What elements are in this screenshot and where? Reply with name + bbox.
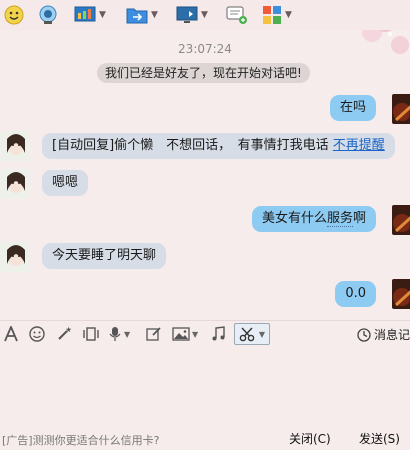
message-text: 在吗 [339,100,366,115]
message-history-label: 消息记 [374,328,410,342]
clock-icon [357,327,371,342]
friend-avatar[interactable] [0,242,30,272]
message-history-button[interactable]: 消息记 [357,326,410,343]
monitor-icon [176,6,198,23]
message-text: 今天要睡了明天聊 [52,248,157,263]
screenshot-button[interactable]: ▼ [234,323,270,345]
shake-icon[interactable] [82,325,100,343]
file-transfer-button[interactable]: ▼ [126,3,158,27]
remote-desktop-button[interactable]: ▼ [176,3,208,27]
outgoing-message[interactable]: 0.0 [335,281,376,307]
chevron-down-icon[interactable]: ▼ [201,10,208,20]
message-text: 啊 [352,211,366,226]
image-button[interactable]: ▼ [172,325,198,343]
font-icon[interactable] [3,325,19,343]
magic-wand-icon[interactable] [56,325,72,343]
message-text: [自动回复]偷个懒 不想回话， 有事情打我电话 [52,138,329,153]
input-toolbar: ▼ ▼ ▼ 消息记 [0,320,410,347]
emoji-icon[interactable] [29,325,45,343]
camera-icon[interactable] [38,3,58,27]
image-icon [172,327,190,341]
close-button[interactable]: 关闭(C) [289,430,331,447]
system-message: 我们已经是好友了，现在开始对话吧! [97,63,310,83]
my-avatar[interactable] [392,94,410,124]
folder-transfer-icon [126,8,148,24]
user-icon[interactable] [4,3,24,27]
footer-bar: [广告]测测你更适合什么信用卡? 关闭(C) 发送(S) [0,427,410,450]
app-toolbar: ▼ ▼ ▼ ▼ [0,0,410,30]
message-input[interactable] [0,347,410,427]
chevron-down-icon[interactable]: ▼ [259,330,265,339]
chevron-down-icon[interactable]: ▼ [124,330,130,339]
edit-icon[interactable] [146,325,162,343]
chevron-down-icon[interactable]: ▼ [192,330,198,339]
screen-share-button[interactable]: ▼ [74,3,106,27]
my-avatar[interactable] [392,205,410,235]
message-text: 0.0 [345,286,366,301]
scissors-icon [239,327,255,342]
voice-button[interactable]: ▼ [108,325,130,343]
message-icon[interactable] [226,3,248,27]
friend-avatar[interactable] [0,169,30,199]
incoming-message[interactable]: 嗯嗯 [42,170,89,196]
message-timestamp: 23:07:24 [178,42,232,56]
screen-share-icon [74,6,96,22]
ad-link[interactable]: [广告]测测你更适合什么信用卡? [2,432,159,448]
apps-grid-icon [263,6,281,24]
music-icon[interactable] [210,325,226,343]
incoming-message-auto-reply[interactable]: [自动回复]偷个懒 不想回话， 有事情打我电话 不再提醒 [42,133,395,159]
message-text-underlined: 服务 [326,211,353,227]
outgoing-message[interactable]: 在吗 [329,95,376,121]
send-button[interactable]: 发送(S) [359,430,400,447]
outgoing-message[interactable]: 美女有什么服务啊 [251,206,376,232]
my-avatar[interactable] [392,279,410,309]
friend-avatar[interactable] [0,131,30,161]
microphone-icon [109,327,121,341]
incoming-message[interactable]: 今天要睡了明天聊 [42,243,167,269]
dont-remind-link[interactable]: 不再提醒 [333,138,385,153]
chevron-down-icon[interactable]: ▼ [151,10,158,20]
message-text: 嗯嗯 [52,175,79,190]
message-list[interactable]: 23:07:24 我们已经是好友了，现在开始对话吧! 在吗 [自动回复]偷个懒 … [0,30,410,320]
apps-button[interactable]: ▼ [262,3,292,27]
message-text: 美女有什么 [261,211,327,226]
chevron-down-icon[interactable]: ▼ [285,10,292,20]
chevron-down-icon[interactable]: ▼ [99,10,106,20]
